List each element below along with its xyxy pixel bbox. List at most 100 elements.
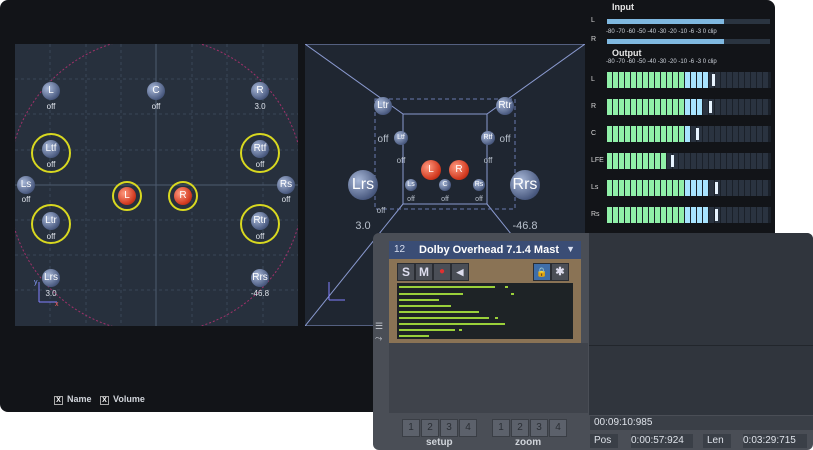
meter-segment [613, 126, 618, 142]
pos-label: Pos [590, 434, 618, 448]
meter-segment [637, 126, 642, 142]
meter-segment [751, 126, 756, 142]
meter-segment [733, 72, 738, 88]
3d-source-R[interactable]: R [449, 160, 469, 180]
meter-segment [757, 207, 762, 223]
solo-button[interactable]: S [397, 263, 415, 281]
meter-line [399, 329, 455, 331]
meter-segment [649, 99, 654, 115]
route-icon[interactable]: ⤳ [375, 333, 382, 344]
arrange-area[interactable] [589, 233, 813, 415]
meter-segment [619, 126, 624, 142]
zoom-button-2[interactable]: 2 [511, 419, 529, 437]
record-icon[interactable]: ● [433, 263, 451, 281]
meter-segment [667, 99, 672, 115]
output-ch-label: L [591, 76, 595, 83]
3d-speaker-Rtr[interactable]: Rtr [496, 97, 514, 115]
setup-button-1[interactable]: 1 [402, 419, 420, 437]
mute-button[interactable]: M [415, 263, 433, 281]
meter-segment [715, 153, 720, 169]
zoom-button-4[interactable]: 4 [549, 419, 567, 437]
setup-button-2[interactable]: 2 [421, 419, 439, 437]
meter-peak [715, 209, 718, 221]
name-checkbox[interactable]: X Name [54, 394, 92, 405]
3d-value: off [441, 196, 449, 203]
meter-line [399, 335, 429, 337]
output-title: Output [612, 48, 642, 58]
filter-icon[interactable]: ☰ [375, 321, 383, 332]
star-icon[interactable]: ✱ [551, 263, 569, 281]
volume-checkbox[interactable]: X Volume [100, 394, 145, 405]
meter-segment [763, 180, 768, 196]
meter-segment [685, 153, 690, 169]
meter-segment [685, 180, 690, 196]
speaker-Lrs-value: 3.0 [45, 289, 57, 298]
3d-speaker-Ltr[interactable]: Ltr [374, 97, 392, 115]
speaker-Ls[interactable]: Ls [17, 176, 35, 194]
3d-speaker-Rtf[interactable]: Rtf [481, 131, 495, 145]
len-value: 0:03:29:715 [743, 434, 807, 448]
meter-segment [619, 72, 624, 88]
source-R[interactable]: R [174, 187, 192, 205]
meter-segment [721, 180, 726, 196]
meter-segment [757, 153, 762, 169]
lock-icon[interactable]: 🔒 [533, 263, 551, 281]
meter-segment [661, 99, 666, 115]
speaker-Rtr[interactable]: Rtr [251, 212, 269, 230]
speaker-C[interactable]: C [147, 82, 165, 100]
speaker-R-value: 3.0 [254, 102, 266, 111]
speaker-Rrs[interactable]: Rrs [251, 269, 269, 287]
meter-segment [607, 153, 612, 169]
output-ch-label: R [591, 103, 597, 110]
meter-segment [625, 153, 630, 169]
meter-segment [715, 126, 720, 142]
speaker-Ltr-value: off [46, 232, 56, 241]
input-ch-label: R [591, 36, 597, 43]
speaker-Lrs[interactable]: Lrs [42, 269, 60, 287]
meter-segment [625, 126, 630, 142]
speaker-Ltf[interactable]: Ltf [42, 140, 60, 158]
meter-segment [703, 180, 708, 196]
source-L[interactable]: L [118, 187, 136, 205]
meter-segment [697, 99, 702, 115]
setup-button-4[interactable]: 4 [459, 419, 477, 437]
zoom-button-1[interactable]: 1 [492, 419, 510, 437]
input-meter-fill [607, 39, 724, 44]
3d-value: off [483, 156, 493, 165]
3d-speaker-Rrs[interactable]: Rrs [510, 170, 540, 200]
speaker-Rs[interactable]: Rs [277, 176, 295, 194]
meter-line [399, 317, 489, 319]
meter-segment [751, 153, 756, 169]
speaker-Rtf[interactable]: Rtf [251, 140, 269, 158]
meter-segment [703, 126, 708, 142]
meter-segment [637, 72, 642, 88]
3d-speaker-Ltf[interactable]: Ltf [394, 131, 408, 145]
meter-segment [631, 153, 636, 169]
track-lower-area [389, 343, 588, 413]
axis-y-label: y [34, 279, 38, 286]
meter-segment [655, 207, 660, 223]
3d-source-L[interactable]: L [421, 160, 441, 180]
meter-segment [757, 126, 762, 142]
3d-speaker-Rs[interactable]: Rs [473, 179, 485, 191]
len-label: Len [703, 434, 731, 448]
3d-speaker-Ls[interactable]: Ls [405, 179, 417, 191]
panner-2d-view[interactable]: y x L off C off R 3.0 Ltf off Rtf off Ls… [15, 44, 298, 326]
speaker-Ltr[interactable]: Ltr [42, 212, 60, 230]
track-header[interactable]: 12 Dolby Overhead 7.1.4 Mast ▼ [389, 241, 581, 259]
chevron-down-icon[interactable]: ▼ [566, 244, 575, 254]
meter-segment [727, 153, 732, 169]
3d-speaker-Lrs[interactable]: Lrs [348, 170, 378, 200]
3d-speaker-C[interactable]: C [439, 179, 451, 191]
meter-segment [691, 99, 696, 115]
speaker-icon[interactable]: ◀ [451, 263, 469, 281]
zoom-button-3[interactable]: 3 [530, 419, 548, 437]
track-name[interactable]: Dolby Overhead 7.1.4 Mast [419, 244, 559, 256]
meter-segment [637, 153, 642, 169]
speaker-R[interactable]: R [251, 82, 269, 100]
meter-segment [637, 99, 642, 115]
meter-segment [757, 180, 762, 196]
setup-button-3[interactable]: 3 [440, 419, 458, 437]
meter-segment [619, 153, 624, 169]
speaker-L[interactable]: L [42, 82, 60, 100]
